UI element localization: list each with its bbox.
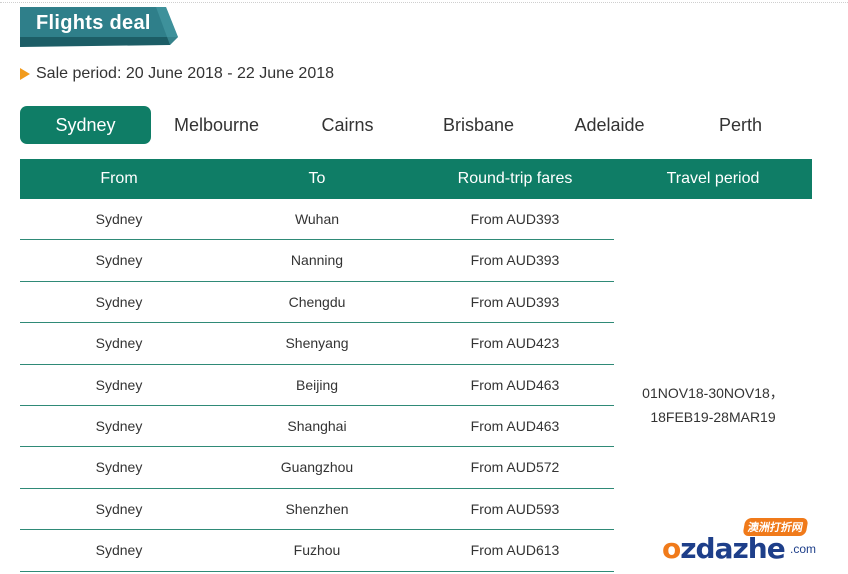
- travel-period-line-1: 01NOV18-30NOV18，: [642, 385, 784, 402]
- cell-from: Sydney: [95, 293, 143, 310]
- cell-to: Shanghai: [287, 417, 347, 434]
- watermark-com: .com: [790, 542, 817, 556]
- table-row: Sydney Shenyang From AUD423: [20, 323, 614, 365]
- cell-from: Sydney: [95, 417, 143, 434]
- ozdazhe-watermark-logo: 澳洲打折网 ozdazhe .com: [662, 518, 832, 568]
- table-row: Sydney Guangzhou From AUD572: [20, 447, 614, 489]
- tab-adelaide[interactable]: Adelaide: [544, 106, 675, 144]
- cell-fare: From AUD463: [470, 417, 560, 434]
- table-header: From To Round-trip fares Travel period: [20, 159, 812, 199]
- tab-melbourne[interactable]: Melbourne: [151, 106, 282, 144]
- banner-title: Flights deal: [36, 12, 151, 34]
- cell-to: Nanning: [290, 252, 344, 269]
- table-row: Sydney Wuhan From AUD393: [20, 199, 614, 241]
- cell-to: Wuhan: [294, 211, 340, 227]
- cell-fare: From AUD393: [470, 252, 560, 269]
- cell-fare: From AUD393: [470, 211, 560, 227]
- travel-period-cell: 01NOV18-30NOV18， 18FEB19-28MAR19: [614, 199, 812, 572]
- table-row: Sydney Fuzhou From AUD613: [20, 530, 614, 572]
- header-to: To: [308, 170, 326, 187]
- tab-perth[interactable]: Perth: [675, 106, 806, 144]
- cell-to: Shenzhen: [285, 500, 349, 517]
- cell-fare: From AUD463: [470, 376, 560, 393]
- cell-from: Sydney: [95, 500, 143, 517]
- cell-from: Sydney: [95, 335, 143, 352]
- tab-cairns[interactable]: Cairns: [282, 106, 413, 144]
- sale-period-text: Sale period: 20 June 2018 - 22 June 2018: [36, 65, 335, 82]
- header-travel-period: Travel period: [666, 170, 760, 187]
- cell-from: Sydney: [95, 211, 143, 227]
- cell-to: Fuzhou: [293, 542, 341, 559]
- cell-from: Sydney: [95, 459, 143, 476]
- header-fares: Round-trip fares: [457, 170, 573, 187]
- table-row: Sydney Shanghai From AUD463: [20, 406, 614, 448]
- cell-fare: From AUD593: [470, 500, 560, 517]
- watermark-en-text: ozdazhe: [662, 532, 786, 565]
- cell-to: Guangzhou: [280, 459, 354, 476]
- cell-from: Sydney: [95, 376, 143, 393]
- watermark-rest: zdazhe: [680, 532, 785, 565]
- cell-to: Shenyang: [285, 335, 349, 352]
- cell-fare: From AUD613: [470, 542, 560, 559]
- table-body: Sydney Wuhan From AUD393 Sydney Nanning …: [20, 199, 812, 572]
- travel-period-line-2: 18FEB19-28MAR19: [650, 409, 776, 426]
- table-row: Sydney Shenzhen From AUD593: [20, 489, 614, 531]
- table-row: Sydney Beijing From AUD463: [20, 365, 614, 406]
- cell-fare: From AUD393: [470, 293, 560, 310]
- table-row: Sydney Chengdu From AUD393: [20, 282, 614, 324]
- header-from: From: [100, 170, 138, 187]
- city-tabs: Sydney Melbourne Cairns Brisbane Adelaid…: [20, 106, 810, 144]
- cell-from: Sydney: [95, 252, 143, 269]
- fare-rows: Sydney Wuhan From AUD393 Sydney Nanning …: [20, 199, 614, 572]
- cell-fare: From AUD572: [470, 459, 560, 476]
- fares-table: From To Round-trip fares Travel period S…: [20, 159, 812, 572]
- watermark-o: o: [662, 532, 681, 565]
- tab-brisbane[interactable]: Brisbane: [413, 106, 544, 144]
- play-triangle-icon: [20, 68, 30, 80]
- sale-period: Sale period: 20 June 2018 - 22 June 2018: [20, 65, 334, 83]
- top-divider: [0, 2, 848, 3]
- table-row: Sydney Nanning From AUD393: [20, 240, 614, 282]
- cell-to: Beijing: [295, 376, 339, 393]
- cell-fare: From AUD423: [470, 335, 560, 352]
- tab-sydney[interactable]: Sydney: [20, 106, 151, 144]
- flights-deal-banner: Flights deal: [20, 7, 180, 49]
- cell-from: Sydney: [95, 542, 143, 559]
- cell-to: Chengdu: [288, 293, 346, 310]
